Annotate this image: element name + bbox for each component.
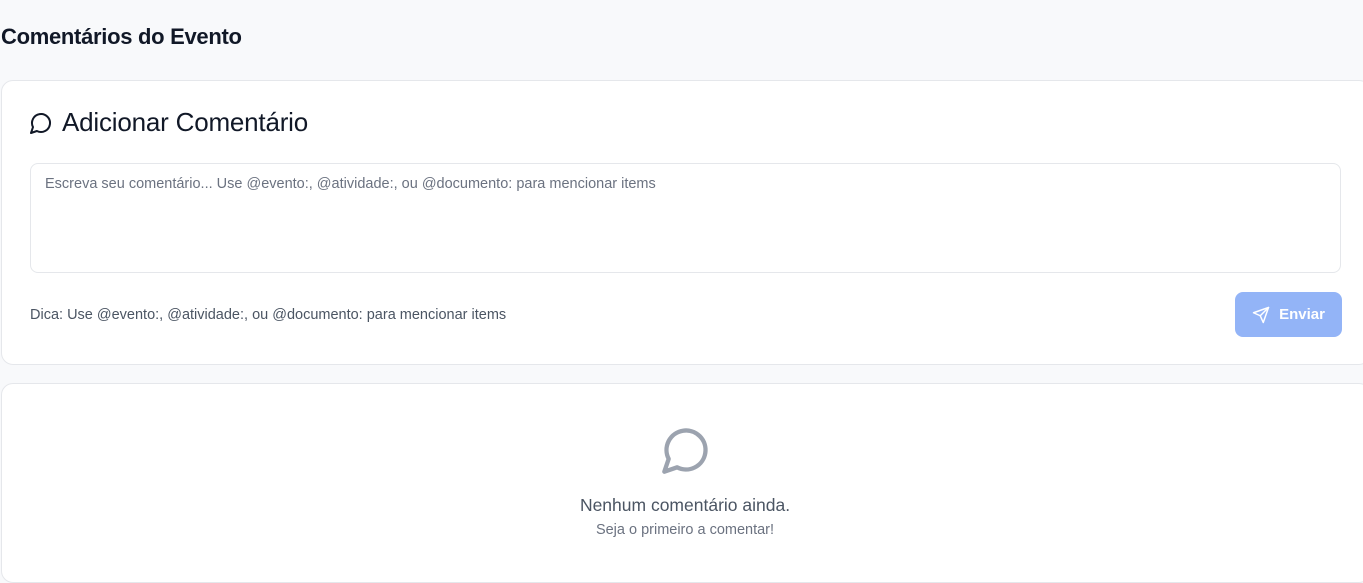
add-comment-heading: Adicionar Comentário bbox=[62, 107, 309, 137]
send-button-label: Enviar bbox=[1279, 306, 1325, 323]
mention-hint: Dica: Use @evento:, @atividade:, ou @doc… bbox=[30, 307, 507, 323]
empty-state-title: Nenhum comentário ainda. bbox=[579, 495, 791, 515]
add-comment-header: Adicionar Comentário bbox=[29, 107, 308, 138]
empty-state-subtitle: Seja o primeiro a comentar! bbox=[595, 522, 775, 538]
comments-list-card: Nenhum comentário ainda. Seja o primeiro… bbox=[1, 383, 1363, 583]
send-icon bbox=[1252, 306, 1270, 324]
add-comment-card: Adicionar Comentário Dica: Use @evento:,… bbox=[1, 80, 1363, 365]
comment-input[interactable] bbox=[30, 163, 1341, 273]
message-circle-icon bbox=[660, 424, 712, 476]
message-circle-icon bbox=[29, 111, 53, 135]
send-button[interactable]: Enviar bbox=[1235, 292, 1342, 337]
page-title: Comentários do Evento bbox=[1, 24, 242, 49]
